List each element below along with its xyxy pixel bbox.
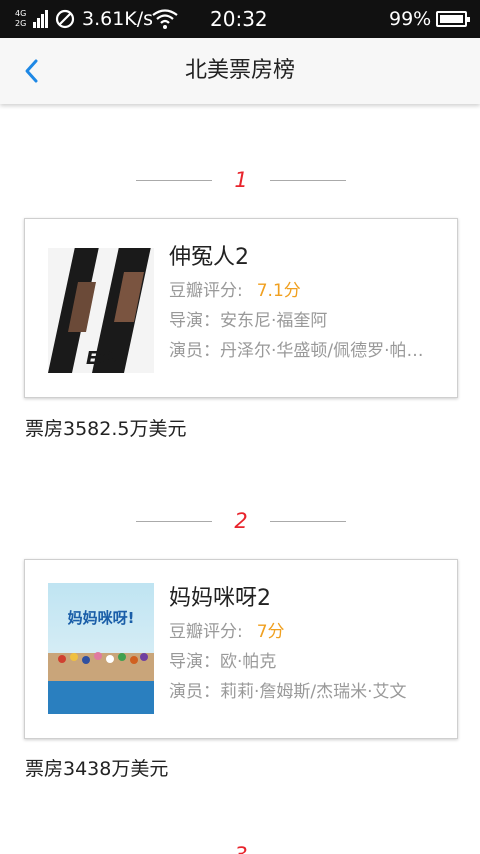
rank-divider: 2 xyxy=(0,506,480,536)
cast-text: 演员：丹泽尔·华盛顿/佩德罗·帕斯卡 xyxy=(169,341,439,361)
svg-text:EQ2: EQ2 xyxy=(86,348,126,369)
rating-value: 7分 xyxy=(256,622,285,642)
movie-poster: 妈妈咪呀! xyxy=(48,583,154,714)
movie-card[interactable]: 妈妈咪呀! 妈妈咪呀2 豆瓣评分: 7分 导演：欧·帕克 演员：莉莉·詹姆斯/杰瑞… xyxy=(24,559,458,739)
rating-row: 豆瓣评分: 7分 xyxy=(169,621,439,643)
rating-label: 豆瓣评分: xyxy=(169,281,243,301)
director-text: 导演：安东尼·福奎阿 xyxy=(169,311,328,331)
rating-value: 7.1分 xyxy=(256,281,301,301)
network-type: 4G 2G xyxy=(15,9,33,29)
rating-label: 豆瓣评分: xyxy=(169,622,243,642)
app-screen: 4G 2G 3.61K/s 20:32 99% 北美票房榜 1 EQ2 伸冤人2… xyxy=(0,0,480,854)
wifi-icon xyxy=(152,9,178,29)
box-office-text: 票房3582.5万美元 xyxy=(25,418,187,440)
divider-line xyxy=(270,521,346,522)
movie-title: 妈妈咪呀2 xyxy=(169,586,271,611)
poster-image: EQ2 xyxy=(48,242,154,373)
signal-icon xyxy=(33,10,48,28)
do-not-disturb-icon xyxy=(55,9,75,29)
rank-number: 1 xyxy=(234,168,248,192)
battery-percent: 99% xyxy=(389,8,432,30)
director-text: 导演：欧·帕克 xyxy=(169,652,277,672)
rank-number: 2 xyxy=(234,509,248,533)
rank-divider: 1 xyxy=(0,165,480,195)
cast-text: 演员：莉莉·詹姆斯/杰瑞米·艾文 xyxy=(169,682,407,702)
app-header: 北美票房榜 xyxy=(0,38,480,104)
movie-card[interactable]: EQ2 伸冤人2 豆瓣评分: 7.1分 导演：安东尼·福奎阿 演员：丹泽尔·华盛顿… xyxy=(24,218,458,398)
rank-number: 3 xyxy=(212,840,270,854)
svg-text:妈妈咪呀!: 妈妈咪呀! xyxy=(68,609,135,627)
clock: 20:32 xyxy=(210,7,268,31)
network-type-top: 4G xyxy=(15,9,27,18)
rating-row: 豆瓣评分: 7.1分 xyxy=(169,280,439,302)
page-title: 北美票房榜 xyxy=(184,58,295,83)
network-type-bottom: 2G xyxy=(15,19,27,28)
movie-poster: EQ2 xyxy=(48,242,154,373)
divider-line xyxy=(136,521,212,522)
battery-icon xyxy=(436,11,470,27)
box-office-text: 票房3438万美元 xyxy=(25,758,169,780)
divider-line xyxy=(270,180,346,181)
rank-divider: 3 xyxy=(0,840,480,854)
movie-title: 伸冤人2 xyxy=(169,245,249,270)
divider-line xyxy=(136,180,212,181)
network-speed: 3.61K/s xyxy=(82,8,154,30)
poster-image: 妈妈咪呀! xyxy=(48,583,154,714)
status-bar: 4G 2G 3.61K/s 20:32 99% xyxy=(0,0,480,38)
